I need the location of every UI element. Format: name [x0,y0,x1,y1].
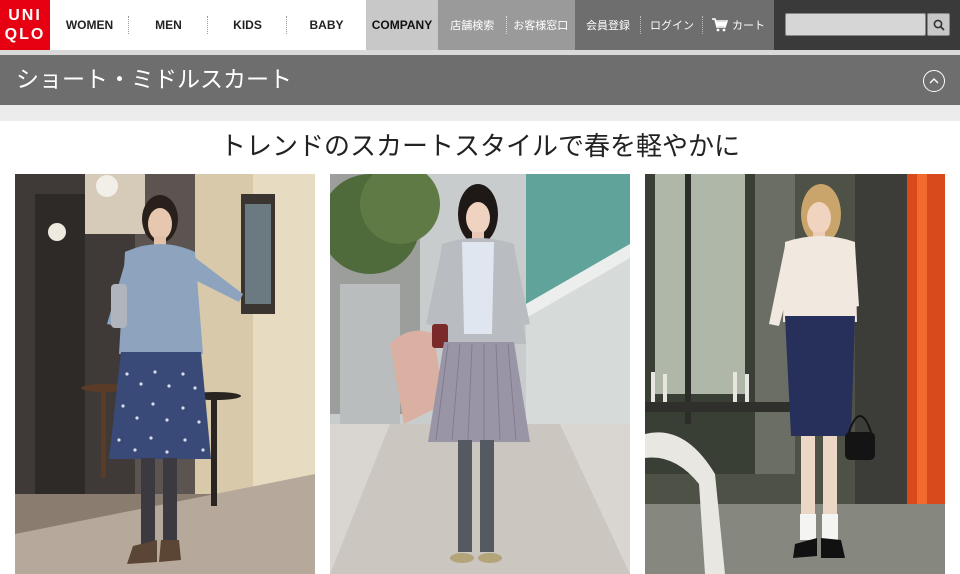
look-photo-1[interactable] [15,174,315,574]
member-links: 会員登録 ログイン カート [575,0,774,50]
nav-label: BABY [309,18,344,32]
look-image-1 [15,174,315,574]
cart-icon [712,18,728,32]
divider [0,105,960,121]
category-bar: ショート・ミドルスカート [0,55,960,105]
cart-link[interactable]: カート [703,0,774,50]
customer-service-link[interactable]: お客様窓口 [507,0,576,50]
search-area [774,0,960,50]
login-link[interactable]: ログイン [641,0,703,50]
look-photo-3[interactable] [645,174,945,574]
nav-item-men[interactable]: MEN [129,0,208,50]
page-headline: トレンドのスカートスタイルで春を軽やかに [219,132,740,162]
category-title: ショート・ミドルスカート [16,67,292,93]
look-image-2 [330,174,630,574]
nav-item-company[interactable]: COMPANY [366,0,438,50]
nav-label: MEN [155,18,182,32]
search-icon [933,19,945,31]
nav-label: KIDS [233,18,262,32]
look-photo-2[interactable] [330,174,630,574]
search-button[interactable] [927,13,950,36]
look-image-3 [645,174,945,574]
top-navigation-bar: UNI QLO WOMEN MEN KIDS BABY COMPANY 店舗検索… [0,0,960,50]
store-search-link[interactable]: 店舗検索 [438,0,507,50]
collapse-button[interactable] [923,70,945,92]
chevron-up-icon [929,78,939,84]
register-link[interactable]: 会員登録 [575,0,641,50]
nav-label: WOMEN [65,18,114,32]
uniqlo-logo[interactable]: UNI QLO [0,0,50,50]
logo-line-2: QLO [4,26,46,43]
company-label: COMPANY [371,18,433,32]
nav-item-women[interactable]: WOMEN [50,0,129,50]
store-links: 店舗検索 お客様窓口 [438,0,575,50]
search-input[interactable] [785,13,926,36]
logo-line-1: UNI [8,7,42,24]
nav-item-kids[interactable]: KIDS [208,0,287,50]
nav-item-baby[interactable]: BABY [287,0,366,50]
cart-label: カート [732,19,765,32]
category-nav: WOMEN MEN KIDS BABY [50,0,366,50]
